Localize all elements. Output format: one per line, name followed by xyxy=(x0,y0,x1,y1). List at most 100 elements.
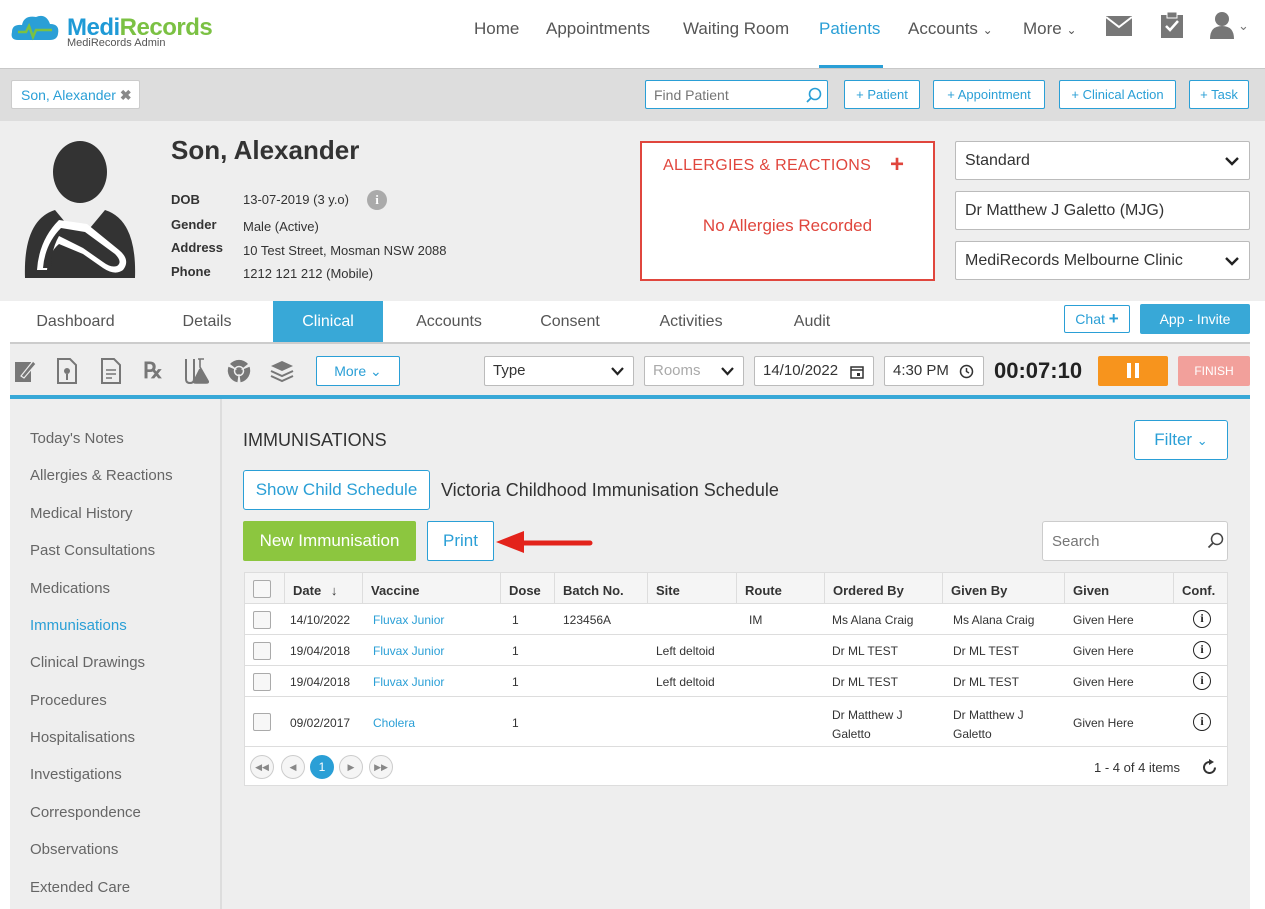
nav-more[interactable]: More ⌄ xyxy=(1023,19,1077,39)
tab-activities[interactable]: Activities xyxy=(636,301,746,343)
nav-appointments[interactable]: Appointments xyxy=(546,19,650,39)
print-button[interactable]: Print xyxy=(427,521,494,561)
filter-button[interactable]: Filter ⌄ xyxy=(1134,420,1228,460)
info-icon[interactable]: i xyxy=(367,190,387,210)
info-icon[interactable]: i xyxy=(1193,672,1211,690)
col-header-conf[interactable]: Conf. xyxy=(1182,583,1215,598)
lab-flask-icon[interactable] xyxy=(182,357,210,385)
finish-button[interactable]: FINISH xyxy=(1178,356,1250,386)
billing-type-select[interactable]: Standard xyxy=(955,141,1250,180)
col-header-given-by[interactable]: Given By xyxy=(951,583,1007,598)
user-account-icon[interactable] xyxy=(1210,11,1234,39)
document-icon[interactable] xyxy=(100,358,122,384)
cell-ordered-by: Ms Alana Craig xyxy=(832,613,914,627)
sidebar-item-medications[interactable]: Medications xyxy=(30,580,110,597)
sidebar-item-correspondence[interactable]: Correspondence xyxy=(30,804,141,821)
col-header-site[interactable]: Site xyxy=(656,583,680,598)
pager-current-page[interactable]: 1 xyxy=(310,755,334,779)
cell-vaccine-link[interactable]: Cholera xyxy=(373,716,415,730)
tab-audit[interactable]: Audit xyxy=(757,301,867,343)
mail-icon[interactable] xyxy=(1105,15,1133,37)
col-header-batch[interactable]: Batch No. xyxy=(563,583,624,598)
doctor-field[interactable]: Dr Matthew J Galetto (MJG) xyxy=(955,191,1250,230)
pager-next-icon[interactable]: ▶ xyxy=(339,755,363,779)
find-patient-input[interactable] xyxy=(645,80,828,109)
col-header-given[interactable]: Given xyxy=(1073,583,1109,598)
tab-clinical[interactable]: Clinical xyxy=(273,301,383,343)
col-header-ordered-by[interactable]: Ordered By xyxy=(833,583,904,598)
plus-icon: + xyxy=(1108,309,1119,328)
select-all-checkbox[interactable] xyxy=(253,580,271,598)
chevron-down-icon[interactable]: ⌄ xyxy=(1238,18,1249,34)
cell-vaccine-link[interactable]: Fluvax Junior xyxy=(373,613,444,627)
column-divider xyxy=(647,573,648,603)
add-patient-button[interactable]: + Patient xyxy=(844,80,920,109)
pager-first-icon[interactable]: ◀◀ xyxy=(250,755,274,779)
nav-home[interactable]: Home xyxy=(474,19,519,39)
row-checkbox[interactable] xyxy=(253,611,271,629)
cell-vaccine-link[interactable]: Fluvax Junior xyxy=(373,675,444,689)
tasks-clipboard-icon[interactable] xyxy=(1160,11,1184,39)
nav-waiting-room[interactable]: Waiting Room xyxy=(683,19,789,39)
nav-patients[interactable]: Patients xyxy=(819,19,880,39)
sidebar-item-clinical-drawings[interactable]: Clinical Drawings xyxy=(30,654,145,671)
sidebar-item-hospitalisations[interactable]: Hospitalisations xyxy=(30,729,135,746)
immunisation-search-input[interactable] xyxy=(1042,521,1228,561)
new-immunisation-button[interactable]: New Immunisation xyxy=(243,521,416,561)
sidebar-item-medical-history[interactable]: Medical History xyxy=(30,505,133,522)
clinic-select[interactable]: MediRecords Melbourne Clinic xyxy=(955,241,1250,280)
cell-vaccine-link[interactable]: Fluvax Junior xyxy=(373,644,444,658)
cell-ordered-by: Dr Matthew J Galetto xyxy=(832,708,903,741)
add-clinical-action-button[interactable]: + Clinical Action xyxy=(1059,80,1176,109)
tab-dashboard[interactable]: Dashboard xyxy=(10,301,141,343)
sidebar-item-extended-care[interactable]: Extended Care xyxy=(30,879,130,896)
row-checkbox[interactable] xyxy=(253,673,271,691)
row-checkbox[interactable] xyxy=(253,642,271,660)
refresh-icon[interactable] xyxy=(1201,759,1218,776)
chat-button[interactable]: Chat + xyxy=(1064,305,1130,333)
info-icon[interactable]: i xyxy=(1193,713,1211,731)
info-icon[interactable]: i xyxy=(1193,641,1211,659)
sidebar-item-procedures[interactable]: Procedures xyxy=(30,692,107,709)
col-header-vaccine[interactable]: Vaccine xyxy=(371,583,419,598)
col-header-date[interactable]: Date ↓ xyxy=(293,583,337,598)
sidebar-item-observations[interactable]: Observations xyxy=(30,841,118,858)
search-icon[interactable] xyxy=(1207,532,1224,549)
more-tools-button[interactable]: More ⌄ xyxy=(316,356,400,386)
add-allergy-plus-icon[interactable]: + xyxy=(890,151,904,179)
search-icon[interactable] xyxy=(806,87,822,103)
prescription-doc-icon[interactable] xyxy=(56,358,78,384)
tab-consent[interactable]: Consent xyxy=(515,301,625,343)
open-patient-tab[interactable]: Son, Alexander ✖ xyxy=(11,80,140,109)
sidebar-item-todays-notes[interactable]: Today's Notes xyxy=(30,430,124,447)
stack-layers-icon[interactable] xyxy=(269,358,295,384)
notes-icon[interactable] xyxy=(13,358,37,384)
sidebar-item-immunisations[interactable]: Immunisations xyxy=(30,617,127,634)
app-invite-button[interactable]: App - Invite xyxy=(1140,304,1250,334)
add-appointment-button[interactable]: + Appointment xyxy=(933,80,1045,109)
date-input[interactable]: 14/10/2022 xyxy=(754,356,874,386)
pager-last-icon[interactable]: ▶▶ xyxy=(369,755,393,779)
close-icon[interactable]: ✖ xyxy=(120,87,132,103)
show-child-schedule-button[interactable]: Show Child Schedule xyxy=(243,470,430,510)
sidebar-item-investigations[interactable]: Investigations xyxy=(30,766,122,783)
pager-prev-icon[interactable]: ◀ xyxy=(281,755,305,779)
radiation-icon[interactable] xyxy=(226,358,252,384)
sidebar-item-past-consultations[interactable]: Past Consultations xyxy=(30,542,155,559)
sidebar-item-allergies[interactable]: Allergies & Reactions xyxy=(30,467,173,484)
nav-accounts[interactable]: Accounts ⌄ xyxy=(908,19,993,39)
rooms-select[interactable]: Rooms xyxy=(644,356,744,386)
tab-details[interactable]: Details xyxy=(152,301,262,343)
type-select[interactable]: Type xyxy=(484,356,634,386)
row-checkbox[interactable] xyxy=(253,713,271,731)
rx-icon[interactable]: ℞ xyxy=(139,358,167,386)
col-header-dose[interactable]: Dose xyxy=(509,583,541,598)
time-input[interactable]: 4:30 PM xyxy=(884,356,984,386)
tab-accounts[interactable]: Accounts xyxy=(394,301,504,343)
pause-button[interactable] xyxy=(1098,356,1168,386)
chevron-down-icon xyxy=(1225,257,1239,266)
gender-value: Male (Active) xyxy=(243,219,319,234)
col-header-route[interactable]: Route xyxy=(745,583,782,598)
add-task-button[interactable]: + Task xyxy=(1189,80,1249,109)
info-icon[interactable]: i xyxy=(1193,610,1211,628)
